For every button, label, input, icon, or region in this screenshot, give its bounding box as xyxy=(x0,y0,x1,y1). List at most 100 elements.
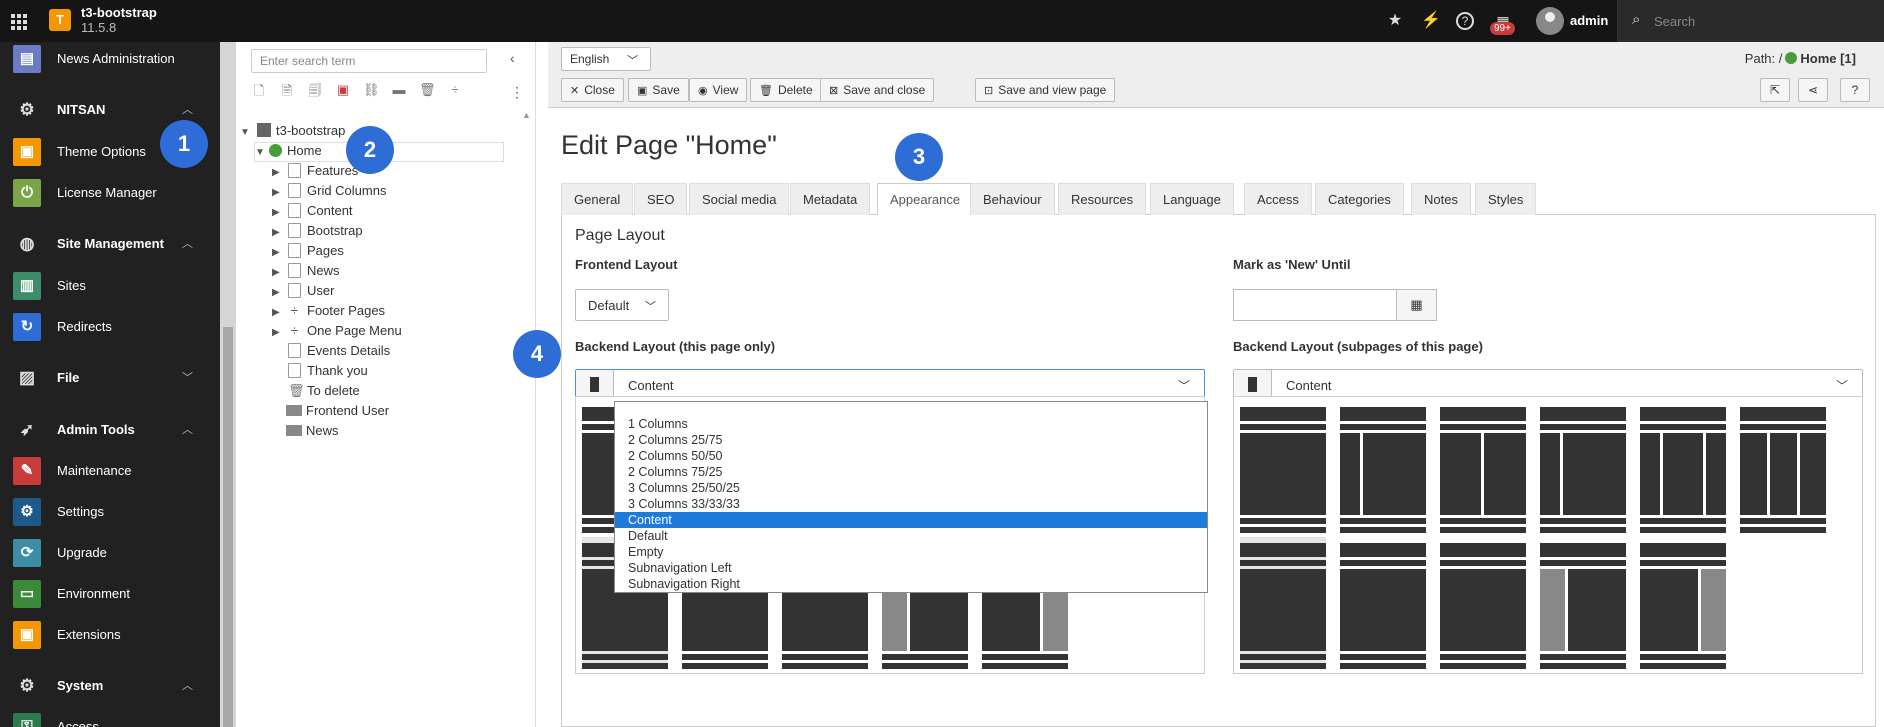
sidebar-item-environment[interactable]: ▭ Environment xyxy=(0,577,220,611)
dropdown-option[interactable]: 2 Columns 50/50 xyxy=(615,448,1207,464)
dropdown-option-selected[interactable]: Content xyxy=(615,512,1207,528)
tab-styles[interactable]: Styles xyxy=(1475,183,1537,215)
star-icon[interactable]: ★ xyxy=(1384,10,1406,32)
sidebar-item-license-manager[interactable]: ⏻ License Manager xyxy=(0,176,220,210)
divider-icon[interactable]: ÷ xyxy=(447,82,463,100)
trash-icon[interactable]: 🗑 xyxy=(419,82,436,100)
tab-general[interactable]: General xyxy=(561,183,634,215)
expand-toggle-icon[interactable]: ▶ xyxy=(272,327,284,338)
tab-social-media[interactable]: Social media xyxy=(689,183,790,215)
layout-thumbnail[interactable] xyxy=(1340,537,1426,669)
tab-access[interactable]: Access xyxy=(1244,183,1312,215)
tree-node[interactable]: Events Details xyxy=(272,343,390,363)
sidebar-item-access[interactable]: ⚿ Access xyxy=(0,710,220,727)
tab-notes[interactable]: Notes xyxy=(1411,183,1471,215)
new-page-red-icon[interactable]: ▣ xyxy=(335,82,351,100)
layout-thumbnail[interactable] xyxy=(1340,401,1426,533)
new-until-input[interactable] xyxy=(1233,289,1396,321)
avatar[interactable] xyxy=(1536,7,1564,35)
tree-node[interactable]: Frontend User xyxy=(272,403,389,423)
sidebar-item-settings[interactable]: ⚙ Settings xyxy=(0,495,220,529)
save-button[interactable]: ▣ Save xyxy=(628,78,689,102)
more-icon[interactable]: ⋮ xyxy=(510,84,524,101)
tree-node[interactable]: ▶ Features xyxy=(272,163,358,183)
sidebar-group-admin-tools[interactable]: ➶ Admin Tools ︿ xyxy=(0,413,220,447)
user-menu[interactable]: admin xyxy=(1570,13,1608,28)
expand-toggle-icon[interactable]: ▶ xyxy=(272,187,284,198)
new-page-variant-icon[interactable]: 🗎 xyxy=(279,82,295,100)
collapse-icon[interactable]: ‹ xyxy=(510,50,515,66)
calendar-icon[interactable]: ▦ xyxy=(1396,289,1437,321)
language-select[interactable]: English ﹀ xyxy=(561,47,651,71)
share-icon[interactable]: ⋖ xyxy=(1798,78,1828,102)
dropdown-option[interactable]: 1 Columns xyxy=(615,416,1207,432)
path-page[interactable]: Home [1] xyxy=(1800,51,1856,66)
app-grid-icon[interactable] xyxy=(8,11,28,31)
layout-thumbnail[interactable] xyxy=(1640,401,1726,533)
dropdown-option[interactable]: 3 Columns 33/33/33 xyxy=(615,496,1207,512)
tree-search-input[interactable] xyxy=(251,49,487,73)
link-icon[interactable]: ⛓ xyxy=(363,82,380,100)
tree-node[interactable]: ▶ News xyxy=(272,263,340,283)
tree-node[interactable]: ▶ Content xyxy=(272,203,353,223)
tab-appearance[interactable]: Appearance xyxy=(877,183,974,216)
sidebar-item-maintenance[interactable]: ✎ Maintenance xyxy=(0,454,220,488)
expand-toggle-icon[interactable]: ▶ xyxy=(272,167,284,178)
bolt-icon[interactable]: ⚡ xyxy=(1420,10,1442,32)
delete-button[interactable]: 🗑 Delete xyxy=(750,78,822,102)
tree-node[interactable]: ▶ Bootstrap xyxy=(272,223,363,243)
tree-node[interactable]: Thank you xyxy=(272,363,368,383)
sidebar-item-extensions[interactable]: ▣ Extensions xyxy=(0,618,220,652)
sidebar-group-site-management[interactable]: ◍ Site Management ︿ xyxy=(0,227,220,261)
open-new-window-icon[interactable]: ⇱ xyxy=(1760,78,1790,102)
close-button[interactable]: ✕ Close xyxy=(561,78,624,102)
dropdown-option[interactable]: 3 Columns 25/50/25 xyxy=(615,480,1207,496)
tab-behaviour[interactable]: Behaviour xyxy=(970,183,1055,215)
dropdown-option[interactable]: Default xyxy=(615,528,1207,544)
tree-node[interactable]: News xyxy=(272,423,339,443)
expand-toggle-icon[interactable]: ▶ xyxy=(272,207,284,218)
search-input[interactable] xyxy=(1654,10,1874,32)
expand-toggle-icon[interactable]: ▶ xyxy=(272,267,284,278)
tree-node[interactable]: ▶ ÷ Footer Pages xyxy=(272,303,385,323)
tab-resources[interactable]: Resources xyxy=(1058,183,1147,215)
tree-node[interactable]: 🗑 To delete xyxy=(272,383,360,403)
sidebar-scrollbar[interactable] xyxy=(220,42,236,727)
dropdown-option[interactable]: 2 Columns 25/75 xyxy=(615,432,1207,448)
dropdown-option[interactable]: 2 Columns 75/25 xyxy=(615,464,1207,480)
expand-toggle-icon[interactable]: ▶ xyxy=(272,227,284,238)
dropdown-option[interactable]: Subnavigation Right xyxy=(615,576,1207,592)
tab-seo[interactable]: SEO xyxy=(634,183,688,215)
layout-thumbnail[interactable] xyxy=(1540,401,1626,533)
tab-categories[interactable]: Categories xyxy=(1315,183,1404,215)
sidebar-group-system[interactable]: ⚙ System ︿ xyxy=(0,669,220,703)
sidebar-item-upgrade[interactable]: ⟳ Upgrade xyxy=(0,536,220,570)
help-icon[interactable]: ? xyxy=(1840,78,1870,102)
layout-thumbnail[interactable] xyxy=(1240,537,1326,669)
tree-node[interactable]: ▶ User xyxy=(272,283,334,303)
sidebar-item-redirects[interactable]: ↻ Redirects xyxy=(0,310,220,344)
expand-toggle-icon[interactable]: ▶ xyxy=(272,247,284,258)
help-icon[interactable]: ? xyxy=(1456,12,1474,30)
typo3-logo-icon[interactable]: T xyxy=(49,9,71,31)
view-button[interactable]: ◉ View xyxy=(689,78,748,102)
save-and-close-button[interactable]: ⊠ Save and close xyxy=(820,78,935,102)
layout-thumbnail[interactable] xyxy=(1740,401,1826,533)
layout-thumbnail[interactable] xyxy=(1240,401,1326,533)
collapse-toggle-icon[interactable]: ▼ xyxy=(255,147,267,158)
sidebar-group-file[interactable]: ▨ File ﹀ xyxy=(0,361,220,395)
tree-root[interactable]: ▼ t3-bootstrap xyxy=(240,123,345,143)
layout-thumbnail[interactable] xyxy=(1440,401,1526,533)
layout-thumbnail[interactable] xyxy=(1640,537,1726,669)
tree-node[interactable]: ▶ ÷ One Page Menu xyxy=(272,323,402,343)
tree-node[interactable]: ▶ Pages xyxy=(272,243,344,263)
layout-thumbnail[interactable] xyxy=(1440,537,1526,669)
layout-thumbnail[interactable] xyxy=(1540,537,1626,669)
dropdown-option[interactable]: Subnavigation Left xyxy=(615,560,1207,576)
new-page-icon[interactable]: 🗋 xyxy=(251,82,267,100)
frontend-layout-select[interactable]: Default ﹀ xyxy=(575,289,669,321)
tab-metadata[interactable]: Metadata xyxy=(790,183,871,215)
expand-toggle-icon[interactable]: ▶ xyxy=(272,287,284,298)
folder-icon[interactable]: ▬ xyxy=(391,82,407,100)
expand-toggle-icon[interactable]: ▶ xyxy=(272,307,284,318)
